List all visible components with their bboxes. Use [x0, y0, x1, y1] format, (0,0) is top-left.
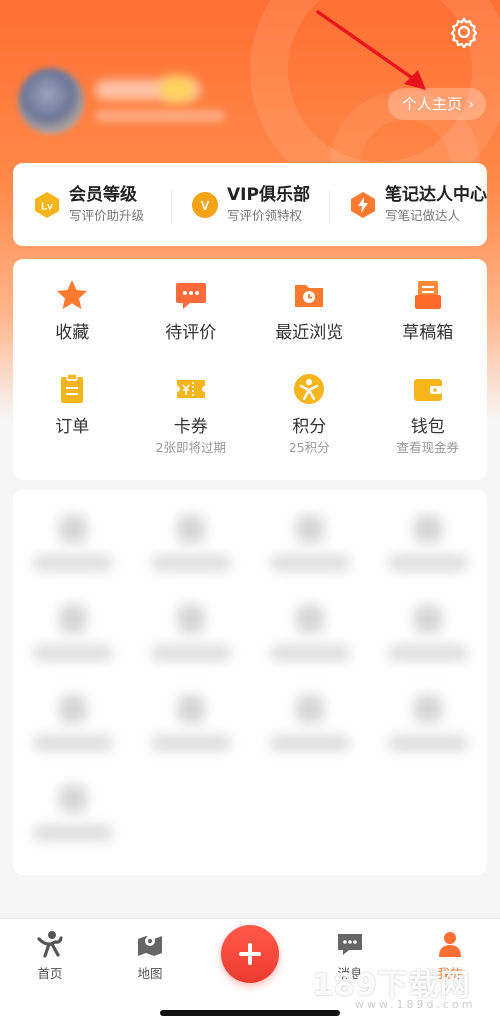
user-avatar[interactable]	[18, 68, 84, 134]
note-expert-center-entry[interactable]: 笔记达人中心 写笔记做达人	[329, 184, 487, 226]
tab-map[interactable]: 地图	[120, 929, 180, 982]
tab-home-label: 首页	[37, 966, 63, 981]
favorites-label: 收藏	[55, 323, 90, 343]
plus-icon	[239, 943, 261, 965]
svg-text:Lv: Lv	[41, 201, 53, 212]
lv-badge-icon: Lv	[35, 191, 59, 218]
chevron-right-icon: ›	[468, 95, 474, 113]
note-expert-subtitle: 写笔记做达人	[385, 207, 461, 223]
recent-browse-entry[interactable]: 最近浏览	[250, 277, 369, 344]
wallet-icon	[413, 379, 442, 401]
blurred-service-item[interactable]	[388, 515, 468, 585]
blurred-service-item[interactable]	[270, 515, 350, 585]
membership-level-subtitle: 写评价助升级	[69, 207, 145, 223]
blurred-service-item[interactable]	[270, 695, 350, 765]
pending-review-entry[interactable]: 待评价	[132, 277, 251, 344]
points-entry[interactable]: 积分 25积分	[250, 371, 369, 456]
star-icon	[57, 280, 88, 309]
blurred-service-item[interactable]	[151, 515, 231, 585]
settings-gear-icon[interactable]	[448, 16, 480, 48]
recent-browse-label: 最近浏览	[275, 323, 344, 343]
wallet-cash-coupon-note: 查看现金券	[396, 440, 459, 455]
order-icon	[61, 373, 84, 403]
home-person-icon	[37, 931, 63, 958]
blurred-service-item[interactable]	[33, 515, 113, 585]
shortcut-grid-card: 收藏 待评价 最近浏览 草稿箱 订单 卡券 2张即将过期 积分 25积分 钱包 …	[13, 259, 487, 480]
favorites-entry[interactable]: 收藏	[13, 277, 132, 344]
vip-club-entry[interactable]: V VIP俱乐部 写评价领特权	[171, 184, 329, 226]
tab-map-label: 地图	[137, 966, 163, 981]
message-icon	[338, 934, 362, 955]
user-subtitle-blurred	[95, 110, 225, 122]
membership-card: Lv 会员等级 写评价助升级 V VIP俱乐部 写评价领特权 笔记达人中心 写笔…	[13, 163, 487, 246]
publish-plus-button[interactable]	[221, 925, 279, 983]
red-arrow-annotation-icon	[316, 10, 426, 90]
orders-entry[interactable]: 订单	[13, 371, 132, 456]
vip-club-title: VIP俱乐部	[227, 184, 310, 205]
pending-review-label: 待评价	[165, 323, 217, 343]
membership-level-entry[interactable]: Lv 会员等级 写评价助升级	[13, 184, 171, 226]
blurred-service-item[interactable]	[270, 605, 350, 675]
bulb-badge-icon	[351, 191, 375, 218]
tab-home[interactable]: 首页	[20, 929, 80, 982]
blurred-service-item[interactable]	[151, 605, 231, 675]
coupons-label: 卡券	[173, 417, 208, 437]
blurred-service-item[interactable]	[33, 785, 113, 855]
drafts-label: 草稿箱	[402, 323, 454, 343]
profile-icon	[439, 932, 461, 957]
points-balance: 25积分	[288, 440, 330, 455]
blurred-service-item[interactable]	[33, 695, 113, 765]
history-folder-icon	[295, 285, 324, 307]
vip-club-subtitle: 写评价领特权	[227, 207, 303, 223]
home-indicator	[160, 1010, 340, 1016]
points-icon	[294, 374, 325, 404]
blurred-service-item[interactable]	[388, 695, 468, 765]
vip-badge-icon: V	[192, 191, 218, 218]
comment-icon	[175, 283, 206, 309]
site-watermark-url: www.189d.com	[355, 998, 476, 1011]
blurred-service-item[interactable]	[151, 695, 231, 765]
wallet-entry[interactable]: 钱包 查看现金券	[369, 371, 488, 456]
map-pin-icon	[138, 936, 162, 956]
coupons-expiring-note: 2张即将过期	[155, 440, 226, 455]
blurred-services-card	[13, 490, 487, 875]
blurred-service-item[interactable]	[33, 605, 113, 675]
svg-text:V: V	[201, 198, 210, 213]
membership-level-title: 会员等级	[69, 184, 137, 205]
user-level-badge-blurred	[160, 76, 194, 102]
coupons-entry[interactable]: 卡券 2张即将过期	[132, 371, 251, 456]
note-expert-title: 笔记达人中心	[385, 184, 487, 205]
draft-box-icon	[414, 281, 441, 309]
orders-label: 订单	[55, 417, 90, 437]
drafts-entry[interactable]: 草稿箱	[369, 277, 488, 344]
coupon-icon	[176, 380, 205, 398]
wallet-label: 钱包	[410, 417, 445, 437]
points-label: 积分	[292, 417, 327, 437]
blurred-service-item[interactable]	[388, 605, 468, 675]
